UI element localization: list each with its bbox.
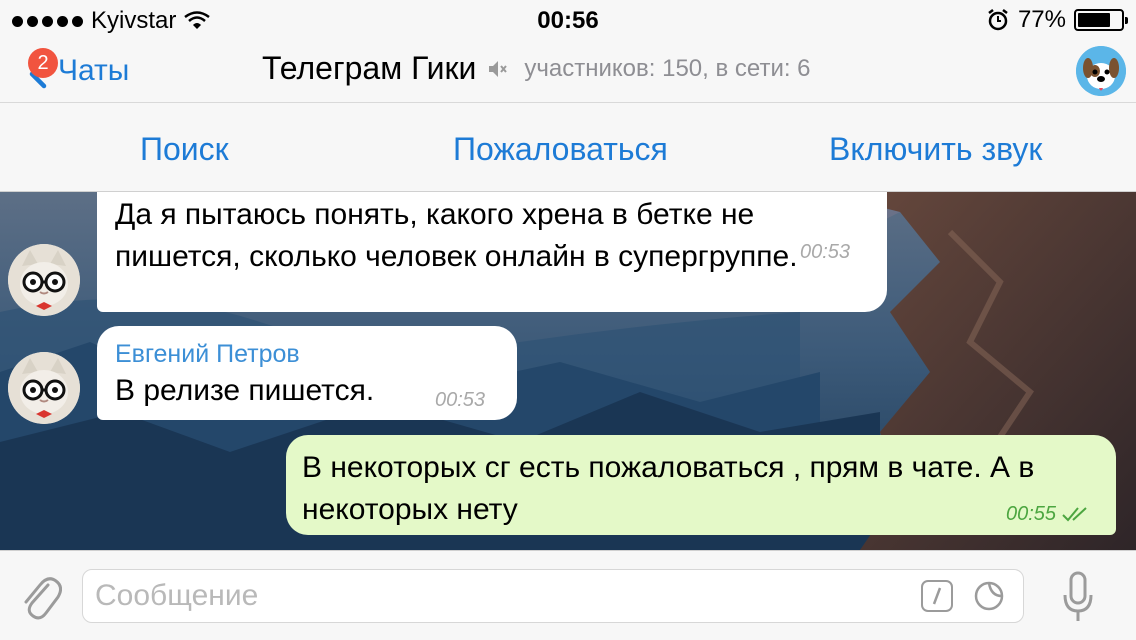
back-button[interactable]: 2 Чаты	[22, 48, 129, 94]
message-time: 00:53	[800, 241, 851, 263]
message-bubble-incoming[interactable]: Евгений Петров В релизе пишется. 00:53	[97, 326, 517, 420]
status-bar: Kyivstar 00:56 77%	[0, 0, 1136, 40]
message-text-line: Да я пытаюсь понять, какого хрена в бетк…	[115, 198, 755, 231]
chevron-left-icon: 2	[22, 48, 58, 94]
message-time-status: 00:55	[1006, 503, 1092, 526]
slash-command-icon[interactable]	[921, 580, 953, 612]
message-sender[interactable]: Евгений Петров	[115, 340, 300, 369]
unmute-button[interactable]: Включить звук	[829, 131, 1042, 168]
chat-area[interactable]: Да я пытаюсь понять, какого хрена в бетк…	[0, 192, 1136, 550]
report-button[interactable]: Пожаловаться	[453, 131, 668, 168]
message-bubble-incoming[interactable]: Да я пытаюсь понять, какого хрена в бетк…	[97, 192, 887, 312]
sticker-icon[interactable]	[973, 580, 1005, 612]
message-text-line: пишется, сколько человек онлайн в суперг…	[115, 240, 798, 273]
message-bubble-outgoing[interactable]: В некоторых сг есть пожаловаться , прям …	[286, 435, 1116, 535]
battery-fill	[1078, 13, 1110, 27]
cat-avatar-icon[interactable]	[8, 244, 80, 316]
status-right: 77%	[986, 6, 1128, 34]
search-button[interactable]: Поиск	[140, 131, 229, 168]
chat-subtitle: участников: 150, в сети: 6	[524, 54, 811, 82]
message-input[interactable]	[83, 570, 903, 622]
double-check-icon	[1061, 507, 1087, 522]
dog-avatar-icon[interactable]	[1076, 46, 1126, 96]
message-text: Да я пытаюсь понять, какого хрена в бетк…	[115, 194, 798, 278]
message-time: 00:53	[435, 389, 486, 411]
composer-bar	[0, 550, 1136, 640]
chat-title: Телеграм Гики	[262, 50, 477, 86]
message-time: 00:55	[1006, 503, 1057, 525]
message-text: В релизе пишется.	[115, 374, 375, 407]
speaker-muted-icon	[489, 60, 508, 77]
message-text-line: некоторых нету	[302, 493, 518, 526]
status-time: 00:56	[537, 7, 599, 34]
alarm-icon	[988, 9, 1008, 31]
battery-icon	[1074, 9, 1128, 31]
action-bar: Поиск Пожаловаться Включить звук	[0, 102, 1136, 192]
back-label: Чаты	[58, 54, 130, 87]
cat-avatar-icon[interactable]	[8, 352, 80, 424]
unread-badge: 2	[28, 48, 58, 78]
battery-percent: 77%	[1017, 6, 1066, 33]
paperclip-icon[interactable]	[18, 571, 62, 621]
message-text-line: В некоторых сг есть пожаловаться , прям …	[302, 451, 1035, 484]
nav-bar: 2 Чаты Телеграм Гики участников: 150, в …	[0, 40, 1136, 102]
message-text: В некоторых сг есть пожаловаться , прям …	[302, 447, 1102, 531]
message-input-wrap[interactable]	[82, 569, 1024, 623]
chat-header[interactable]: Телеграм Гики участников: 150, в сети: 6	[262, 50, 811, 87]
microphone-icon[interactable]	[1060, 569, 1096, 625]
